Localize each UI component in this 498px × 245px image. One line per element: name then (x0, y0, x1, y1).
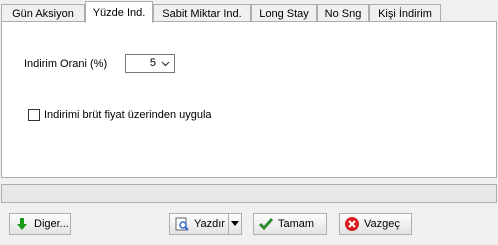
print-button-label: Yazdır (194, 218, 225, 230)
caret-down-icon (231, 221, 239, 226)
discount-rate-value: 5 (149, 57, 156, 69)
gross-price-checkbox[interactable] (28, 109, 40, 121)
tab-no-sng[interactable]: No Sng (317, 4, 369, 22)
other-button-label: Diger... (34, 218, 69, 230)
status-bar (1, 184, 497, 203)
cancel-icon (344, 216, 360, 232)
print-preview-icon (174, 216, 190, 232)
gross-price-option[interactable]: Indirimi brüt fiyat üzerinden uygula (28, 109, 212, 121)
tab-long-stay[interactable]: Long Stay (251, 4, 317, 22)
print-dropdown-button[interactable] (228, 213, 242, 235)
tab-gun-aksiyon[interactable]: Gün Aksiyon (1, 4, 85, 22)
tab-yuzde-ind[interactable]: Yüzde Ind. (85, 1, 153, 23)
other-button[interactable]: Diger... (9, 213, 71, 235)
cancel-button-label: Vazgeç (364, 218, 400, 230)
tab-strip: Gün Aksiyon Yüzde Ind. Sabit Miktar Ind.… (1, 1, 497, 23)
arrow-down-icon (14, 216, 30, 232)
gross-price-checkbox-label: Indirimi brüt fiyat üzerinden uygula (44, 109, 212, 121)
print-button[interactable]: Yazdır (169, 213, 229, 235)
tab-kisi-indirim[interactable]: Kişi İndirim (369, 4, 441, 22)
ok-button-label: Tamam (278, 218, 315, 230)
tab-panel (1, 21, 497, 178)
checkmark-icon (258, 216, 274, 232)
discount-rate-select[interactable]: 5 (125, 54, 175, 73)
ok-button[interactable]: Tamam (253, 213, 327, 235)
cancel-button[interactable]: Vazgeç (339, 213, 412, 235)
discount-rate-label: Indirim Orani (%) (24, 58, 108, 70)
tab-sabit-miktar-ind[interactable]: Sabit Miktar Ind. (153, 4, 251, 22)
chevron-down-icon (160, 58, 171, 69)
